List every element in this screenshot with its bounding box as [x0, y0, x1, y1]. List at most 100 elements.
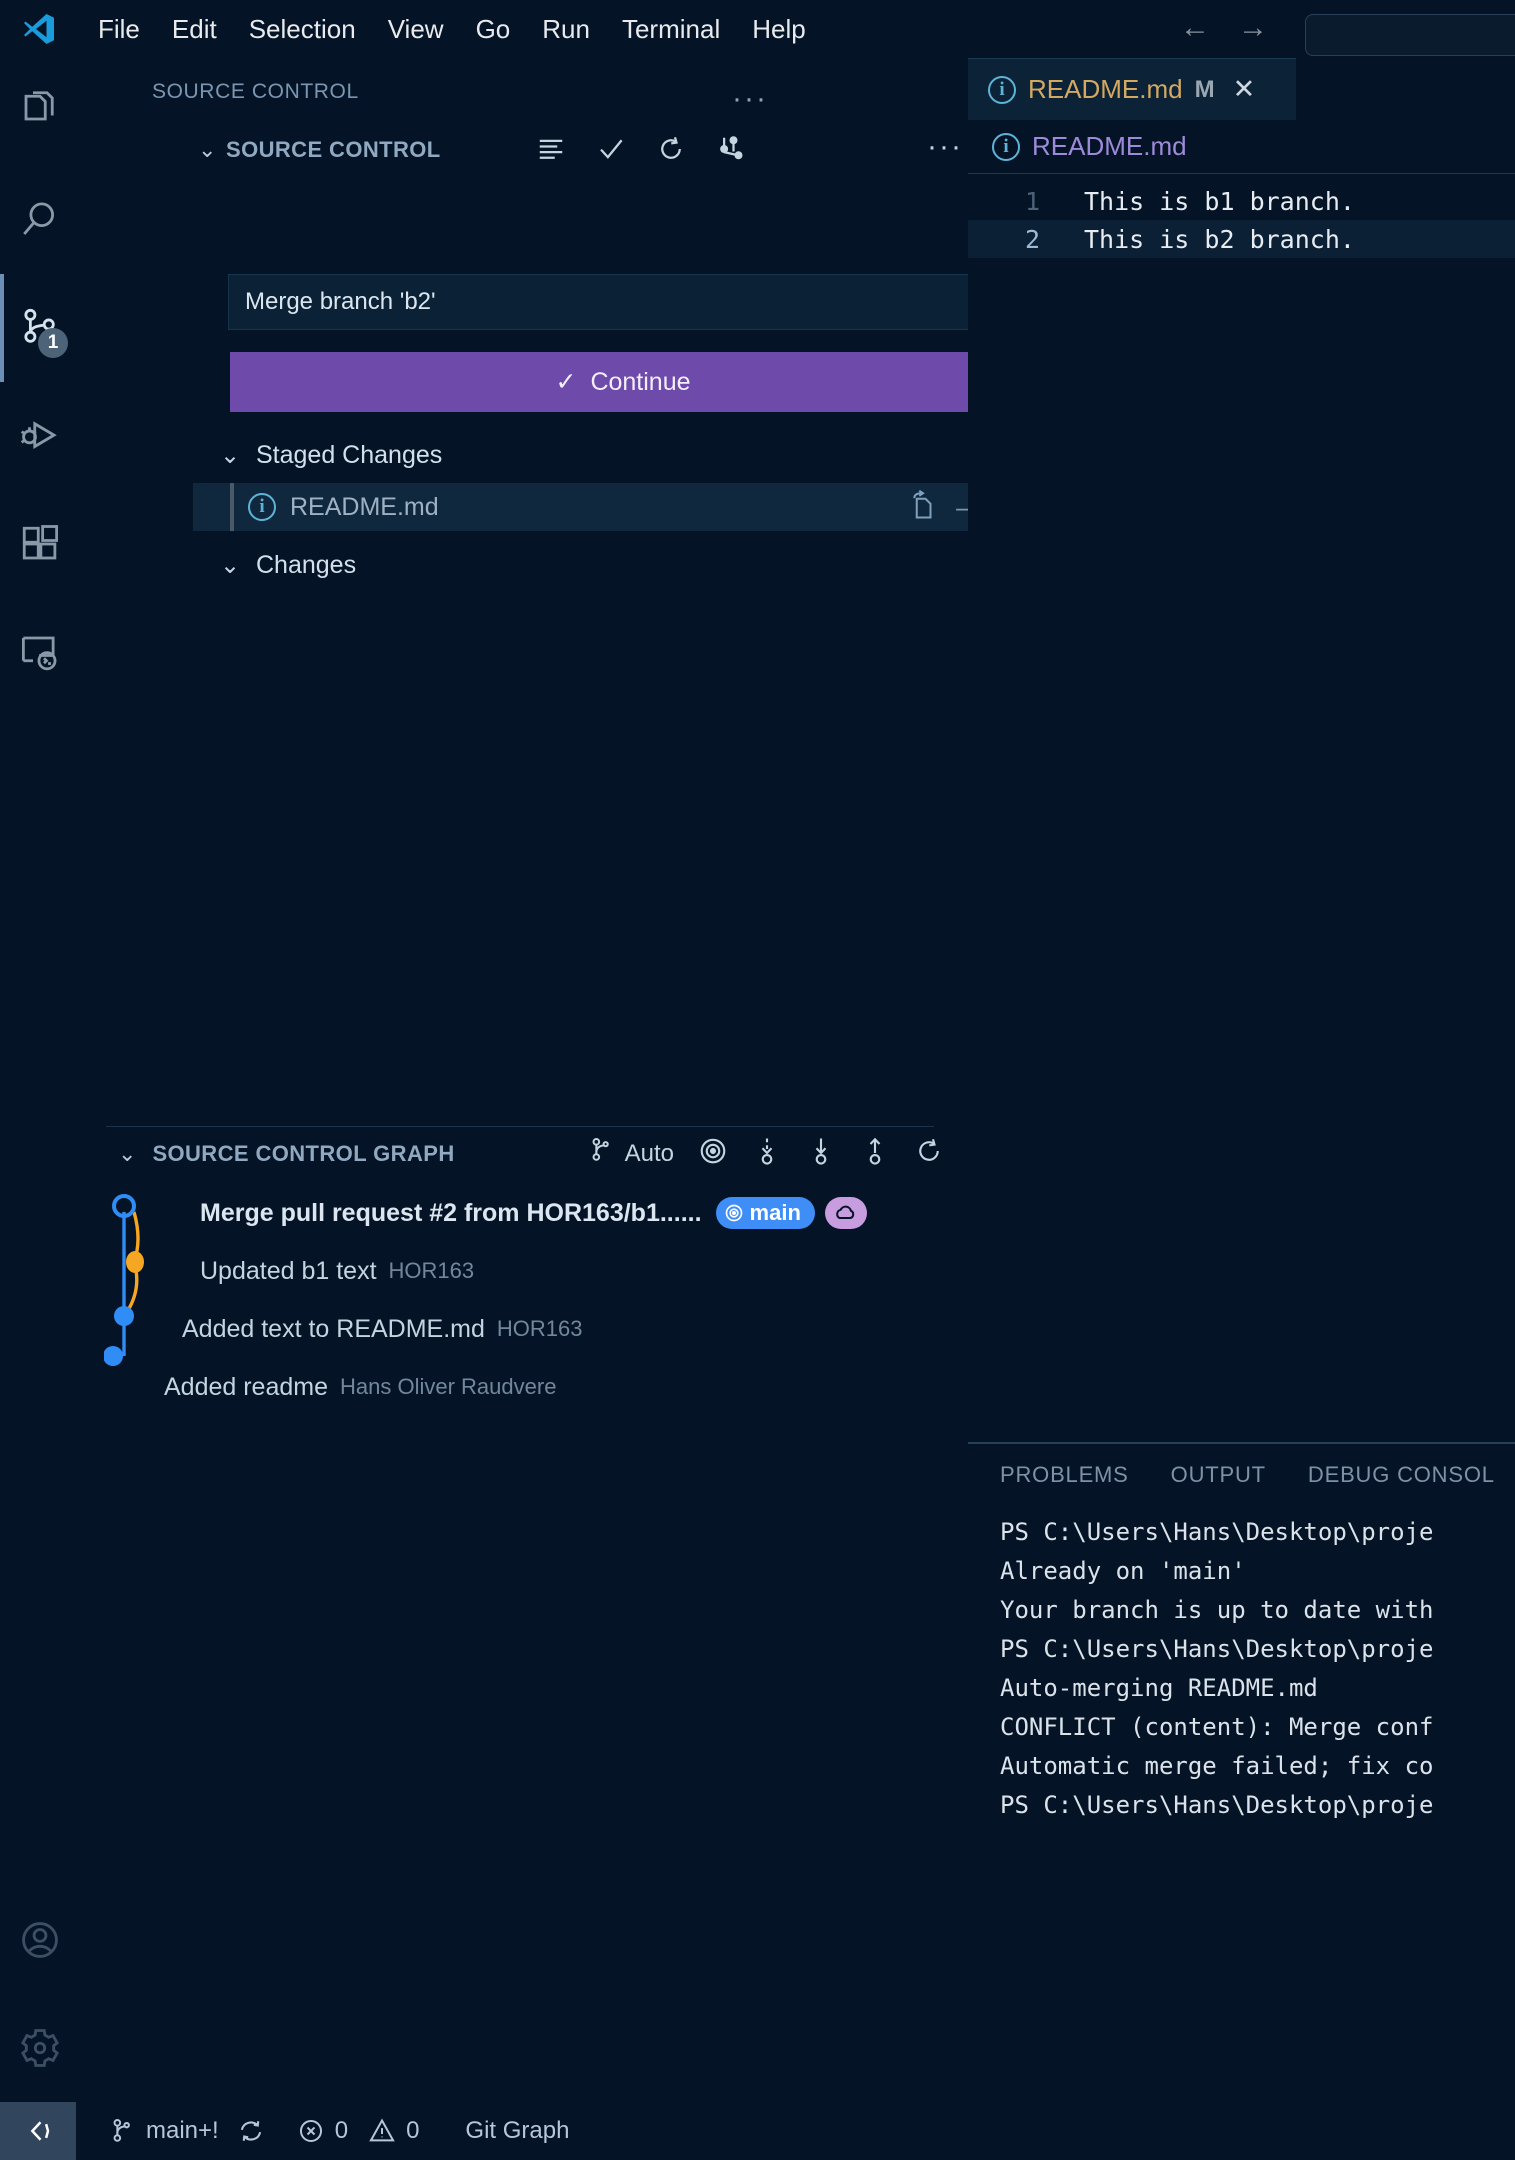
fetch-icon[interactable]	[752, 1136, 782, 1171]
commit-author: HOR163	[388, 1258, 475, 1283]
changes-group-header[interactable]: ⌄ Changes 0	[220, 540, 1040, 590]
unstage-changes-icon[interactable]	[908, 489, 938, 526]
chevron-down-icon[interactable]: ⌄	[220, 441, 256, 470]
refresh-graph-icon[interactable]	[914, 1136, 944, 1171]
list-item[interactable]: i README.md — M	[193, 483, 1043, 531]
commit-author: Hans Oliver Raudvere	[340, 1374, 557, 1399]
source-control-badge: 1	[38, 328, 68, 358]
sidebar-item-explorer[interactable]	[0, 58, 80, 166]
commit-message: Added readme	[164, 1372, 329, 1401]
code-line: 2 This is b2 branch.	[968, 220, 1515, 258]
commit-message: Added text to README.md	[182, 1314, 485, 1343]
menu-item-edit[interactable]: Edit	[156, 10, 233, 49]
menu-bar[interactable]: File Edit Selection View Go Run Terminal…	[82, 10, 822, 49]
target-icon[interactable]	[698, 1136, 728, 1171]
chevron-down-icon[interactable]: ⌄	[198, 137, 216, 163]
terminal-line: CONFLICT (content): Merge conf	[1000, 1713, 1434, 1741]
source-control-toolbar	[536, 134, 746, 164]
go-back-icon[interactable]: ←	[1180, 12, 1210, 44]
remote-window-icon[interactable]	[0, 2102, 76, 2160]
source-control-graph-header[interactable]: ⌄ SOURCE CONTROL GRAPH Auto	[80, 1126, 968, 1182]
gear-icon[interactable]	[0, 1994, 80, 2102]
menu-item-file[interactable]: File	[82, 10, 156, 49]
sync-icon[interactable]	[237, 2117, 265, 2145]
graph-auto-button[interactable]: Auto	[587, 1136, 674, 1171]
branch-ref-label: main	[749, 1200, 801, 1225]
navigation-arrows: ← →	[1180, 12, 1268, 44]
tab-debug-console[interactable]: DEBUG CONSOL	[1308, 1462, 1495, 1488]
activity-bar: 1	[0, 58, 80, 2102]
close-icon[interactable]: ✕	[1233, 74, 1256, 105]
source-control-graph-icon[interactable]	[716, 134, 746, 164]
list-item[interactable]: Added text to README.md HOR163	[182, 1304, 960, 1354]
list-item[interactable]: Merge pull request #2 from HOR163/b1....…	[200, 1188, 960, 1238]
terminal-output[interactable]: PS C:\Users\Hans\Desktop\proje Already o…	[968, 1506, 1515, 1830]
chevron-down-icon[interactable]: ⌄	[220, 551, 256, 580]
tab-label: README.md	[1028, 74, 1183, 104]
refresh-icon[interactable]	[656, 134, 686, 164]
command-center[interactable]	[1305, 14, 1515, 56]
sidebar-title: SOURCE CONTROL	[152, 80, 359, 103]
terminal-line: Auto-merging README.md	[1000, 1674, 1318, 1702]
menu-item-help[interactable]: Help	[736, 10, 821, 49]
remote-cloud-icon[interactable]	[824, 1197, 867, 1229]
list-item[interactable]: Updated b1 text HOR163	[200, 1246, 960, 1296]
git-graph-label: Git Graph	[465, 2117, 570, 2144]
indent-guide	[230, 483, 234, 531]
line-number: 2	[1024, 224, 1040, 254]
line-text: This is b2 branch.	[1084, 224, 1355, 254]
menu-item-run[interactable]: Run	[526, 10, 606, 49]
tab-problems[interactable]: PROBLEMS	[1000, 1462, 1129, 1488]
menu-item-go[interactable]: Go	[460, 10, 527, 49]
account-icon[interactable]	[0, 1886, 80, 1994]
tab-output[interactable]: OUTPUT	[1171, 1462, 1266, 1488]
sidebar: SOURCE CONTROL ··· ⌄ SOURCE CONTROL ··· …	[80, 58, 1043, 2102]
commit-message: Merge pull request #2 from HOR163/b1....…	[200, 1198, 702, 1227]
terminal-line: Automatic merge failed; fix co	[1000, 1752, 1434, 1780]
staged-changes-label: Staged Changes	[256, 440, 443, 469]
staged-changes-group-header[interactable]: ⌄ Staged Changes 1	[220, 430, 1040, 480]
tab-readme-md[interactable]: i README.md M ✕	[968, 58, 1296, 120]
commit-message-input[interactable]	[228, 274, 1018, 330]
sidebar-views-more-actions[interactable]: ···	[732, 82, 768, 116]
sidebar-item-extensions[interactable]	[0, 490, 80, 598]
chevron-down-icon[interactable]: ⌄	[118, 1141, 136, 1167]
source-control-more-actions[interactable]: ···	[922, 130, 968, 170]
menu-item-selection[interactable]: Selection	[233, 10, 372, 49]
status-bar-problems[interactable]: 0 0	[281, 2102, 436, 2160]
go-forward-icon[interactable]: →	[1238, 12, 1268, 44]
sidebar-item-remote-explorer[interactable]	[0, 598, 80, 706]
info-circle-icon: i	[248, 493, 276, 521]
graph-auto-label: Auto	[624, 1139, 674, 1167]
info-circle-icon: i	[992, 132, 1020, 161]
view-as-list-icon[interactable]	[536, 134, 566, 164]
editor-tab-bar: i README.md M ✕	[968, 58, 1515, 120]
changes-label: Changes	[256, 550, 357, 579]
pull-icon[interactable]	[806, 1136, 836, 1171]
menu-item-view[interactable]: View	[372, 10, 460, 49]
breadcrumb[interactable]: i README.md	[968, 120, 1515, 174]
vscode-logo-icon	[18, 8, 60, 50]
source-control-section-label: SOURCE CONTROL	[226, 137, 441, 162]
source-control-graph-toolbar: Auto	[587, 1136, 944, 1171]
source-control-graph-title: SOURCE CONTROL GRAPH	[152, 1141, 455, 1166]
status-bar-branch[interactable]: main+!	[92, 2102, 281, 2160]
commit-check-icon[interactable]	[596, 134, 626, 164]
info-circle-icon: i	[988, 75, 1016, 104]
list-item[interactable]: Added readme Hans Oliver Raudvere	[164, 1362, 960, 1412]
status-bar-git-graph[interactable]: Git Graph	[449, 2102, 585, 2160]
menu-item-terminal[interactable]: Terminal	[606, 10, 736, 49]
push-icon[interactable]	[860, 1136, 890, 1171]
source-control-section-header[interactable]: ⌄ SOURCE CONTROL ···	[80, 122, 968, 178]
sidebar-item-search[interactable]	[0, 166, 80, 274]
activity-bar-bottom	[0, 1886, 80, 2102]
sidebar-item-run-and-debug[interactable]	[0, 382, 80, 490]
source-control-graph-panel: ⌄ SOURCE CONTROL GRAPH Auto Merge pull r…	[80, 1126, 968, 1401]
terminal-line: PS C:\Users\Hans\Desktop\proje	[1000, 1635, 1434, 1663]
continue-button[interactable]: ✓ Continue	[230, 352, 1016, 412]
terminal-line: PS C:\Users\Hans\Desktop\proje	[1000, 1791, 1434, 1819]
branch-ref-badge[interactable]: main	[715, 1197, 815, 1229]
sidebar-item-source-control[interactable]: 1	[0, 274, 80, 382]
status-bar: main+! 0 0 Git Graph	[0, 2102, 1515, 2160]
code-editor[interactable]: 1 This is b1 branch. 2 This is b2 branch…	[968, 174, 1515, 258]
